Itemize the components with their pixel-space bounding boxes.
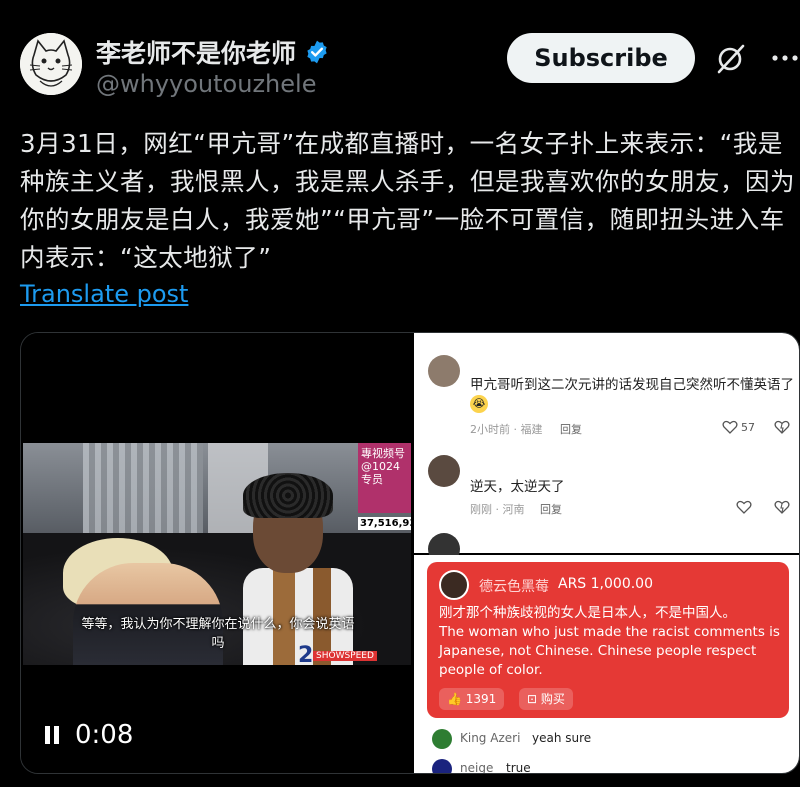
chat-text: true <box>506 761 531 774</box>
pause-icon[interactable] <box>45 726 61 744</box>
superchat-like-count: 1391 <box>465 692 497 706</box>
watermark-logo: SHOWSPEED <box>313 651 377 661</box>
grok-slash-icon[interactable] <box>713 42 747 76</box>
comment-reply-button[interactable]: 回复 <box>560 421 582 437</box>
viewer-counter: 37,516,93 <box>358 517 411 530</box>
comments-panel: 甲亢哥听到这二次元讲的话发现自己突然听不懂英语了 😭 2小时前 · 福建 回复 … <box>414 333 799 565</box>
gift-icon: ⊡ <box>527 692 541 706</box>
superchat-panel: 德云色黑莓 ARS 1,000.00 刚才那个种族歧视的女人是日本人，不是中国人… <box>414 555 799 774</box>
superchat-avatar[interactable] <box>439 570 469 600</box>
superchat-card[interactable]: 德云色黑莓 ARS 1,000.00 刚才那个种族歧视的女人是日本人，不是中国人… <box>427 562 789 718</box>
superchat-buy-button[interactable]: ⊡ 购买 <box>519 688 573 710</box>
superchat-text-en: The woman who just made the racist comme… <box>439 624 780 678</box>
video-player[interactable]: 2 專视频号 @1024专员 37,516,93 等等，我认为你不理解你在说什么… <box>21 333 413 773</box>
more-dots-icon[interactable] <box>770 53 800 63</box>
comment-text: 甲亢哥听到这二次元讲的话发现自己突然听不懂英语了 <box>470 377 794 393</box>
chat-avatar[interactable] <box>432 759 452 773</box>
cat-sketch-avatar-icon <box>20 33 82 95</box>
dislike-heart-icon[interactable] <box>774 499 790 515</box>
video-timestamp: 0:08 <box>75 720 134 750</box>
chat-text: yeah sure <box>532 731 592 745</box>
superchat-amount: ARS 1,000.00 <box>558 576 653 592</box>
heart-icon[interactable] <box>736 499 752 515</box>
superchat-text-cn: 刚才那个种族歧视的女人是日本人，不是中国人。 <box>439 605 736 621</box>
superchat-like-button[interactable]: 👍 1391 <box>439 688 505 710</box>
comment-reply-button[interactable]: 回复 <box>540 501 562 517</box>
comment-text: 逆天，太逆天了 <box>470 479 565 495</box>
comment-meta: 刚刚 · 河南 <box>470 503 525 516</box>
translate-post-link[interactable]: Translate post <box>20 280 188 308</box>
comment-avatar[interactable] <box>428 455 460 487</box>
chat-user[interactable]: neige <box>460 761 493 773</box>
crying-emoji-icon: 😭 <box>470 395 488 413</box>
comment-avatar[interactable] <box>428 355 460 387</box>
author-name-row[interactable]: 李老师不是你老师 <box>96 34 330 70</box>
heart-icon[interactable] <box>722 419 738 435</box>
chat-avatar[interactable] <box>432 729 452 749</box>
video-controls[interactable]: 0:08 <box>45 720 133 750</box>
streamer-hair <box>243 473 333 518</box>
thumbs-up-icon: 👍 <box>447 692 466 706</box>
media-card[interactable]: 2 專视频号 @1024专员 37,516,93 等等，我认为你不理解你在说什么… <box>20 332 800 774</box>
dislike-heart-icon[interactable] <box>774 419 790 435</box>
video-subtitle-line-1: 等等，我认为你不理解你在说什么，你会说英语 <box>81 617 355 632</box>
subscribe-button[interactable]: Subscribe <box>507 33 695 83</box>
video-frame[interactable]: 2 專视频号 @1024专员 37,516,93 等等，我认为你不理解你在说什么… <box>23 443 411 665</box>
comment-meta: 2小时前 · 福建 <box>470 423 543 436</box>
superchat-buy-label: 购买 <box>540 692 565 706</box>
post-text: 3月31日，网红“甲亢哥”在成都直播时，一名女子扑上来表示：“我是种族主义者，我… <box>20 129 795 272</box>
superchat-text: 刚才那个种族歧视的女人是日本人，不是中国人。 The woman who jus… <box>439 604 784 680</box>
video-subtitle: 等等，我认为你不理解你在说什么，你会说英语 吗 <box>33 615 403 653</box>
verified-badge-icon <box>307 40 327 64</box>
chat-user[interactable]: King Azeri <box>460 731 520 745</box>
superchat-user[interactable]: 德云色黑莓 <box>479 576 549 596</box>
author-avatar[interactable] <box>20 33 82 95</box>
comment-like-count: 57 <box>741 421 755 434</box>
channel-badge: 專视频号 @1024专员 <box>358 443 411 513</box>
author-name[interactable]: 李老师不是你老师 <box>96 34 296 70</box>
author-handle[interactable]: @whyyoutouzhele <box>96 70 316 98</box>
